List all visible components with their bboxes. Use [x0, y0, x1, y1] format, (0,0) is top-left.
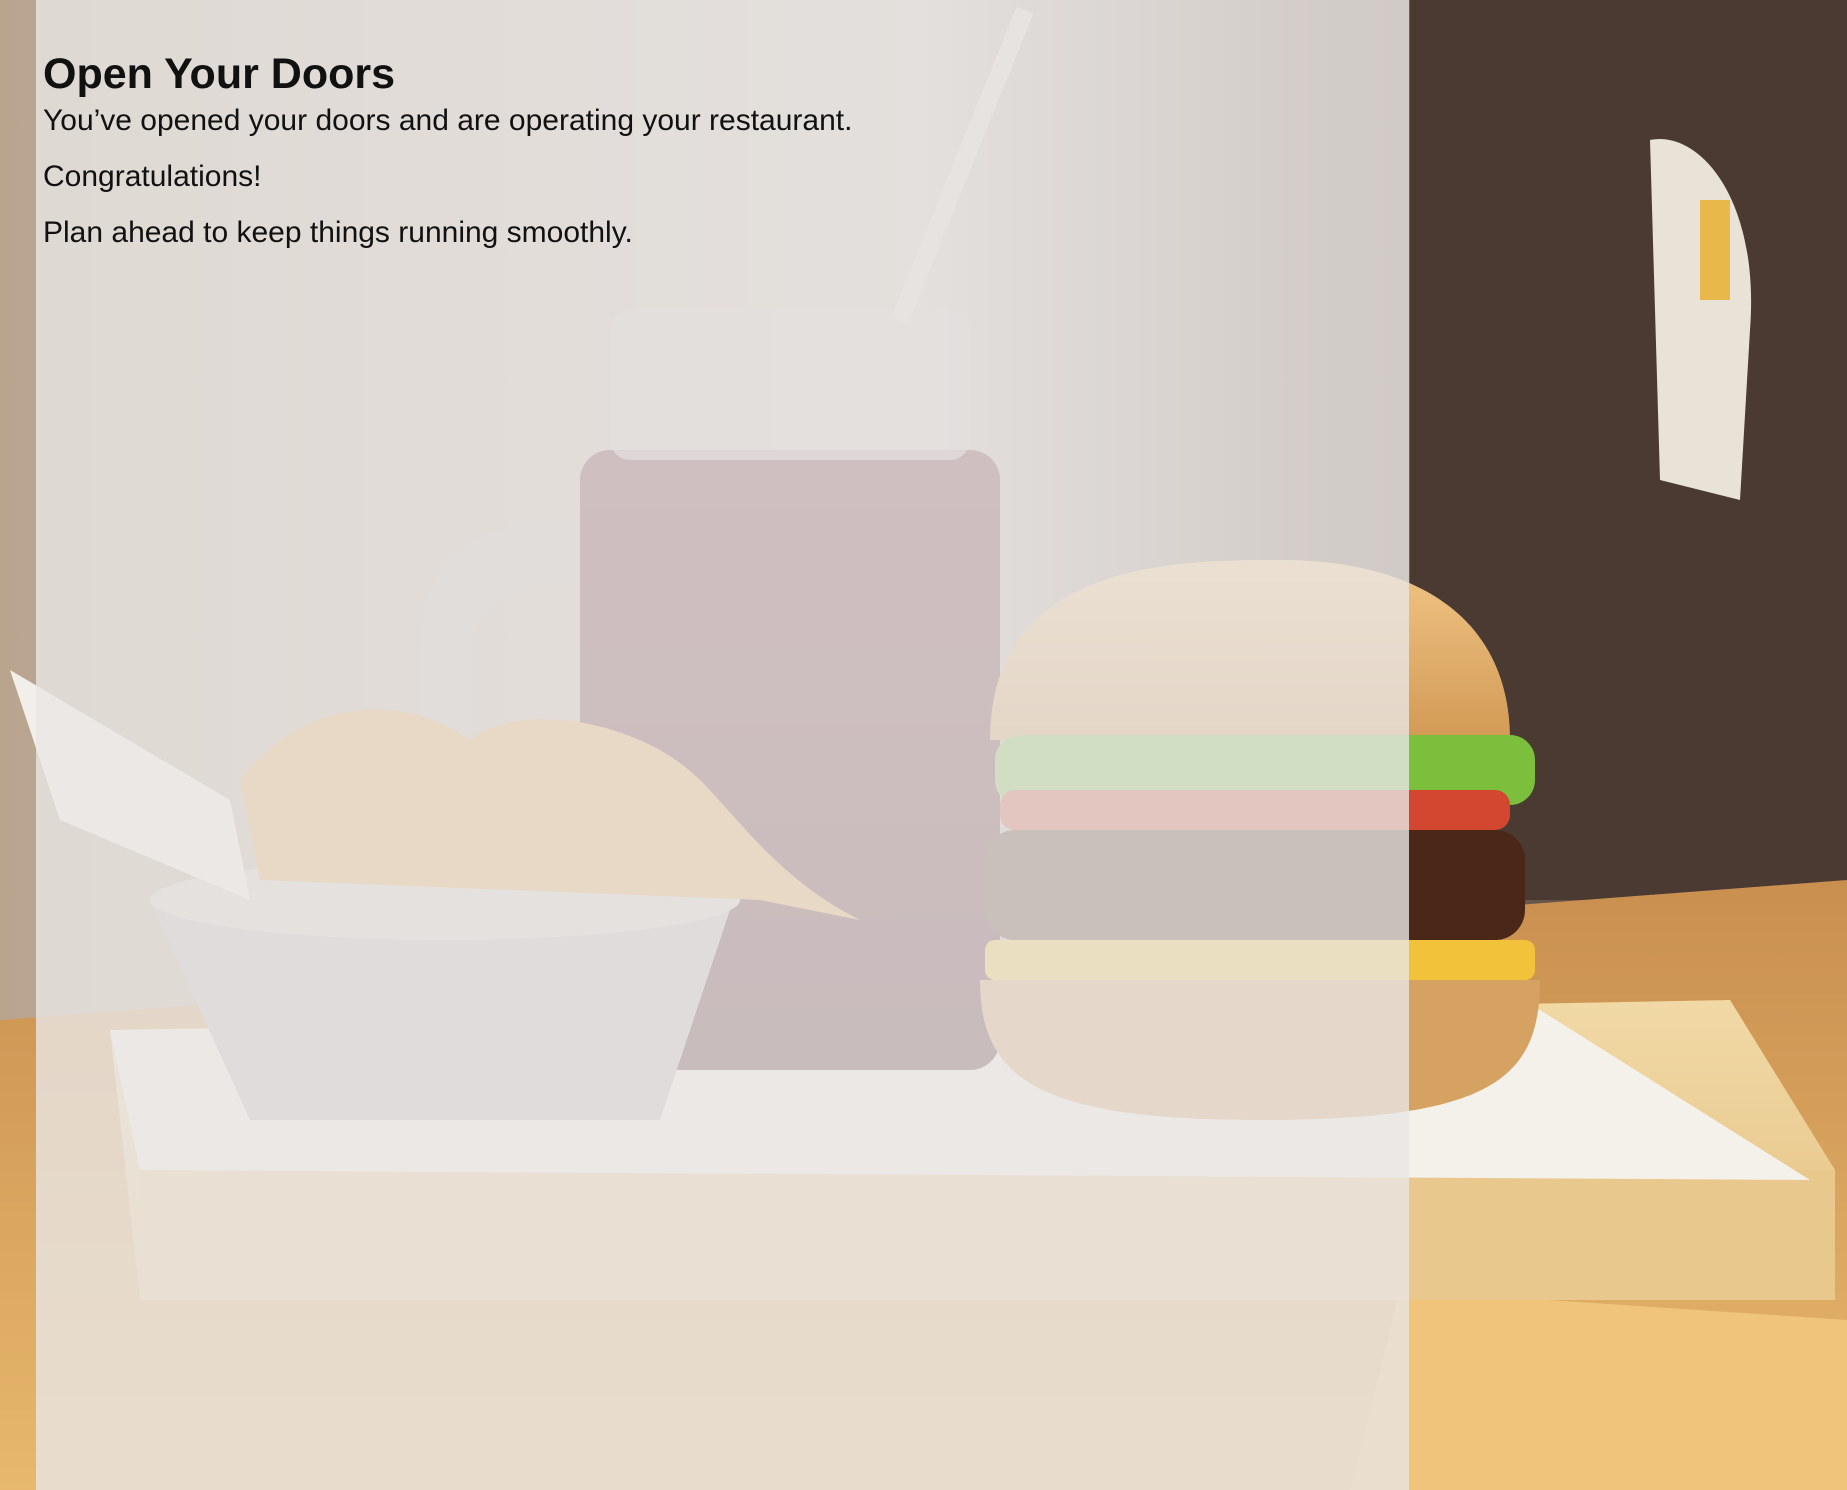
body-paragraph: Congratulations!: [43, 160, 262, 193]
slide: Open Your Doors You’ve opened your doors…: [0, 0, 1847, 1490]
body-paragraph: You’ve opened your doors and are operati…: [43, 104, 853, 137]
slide-content: Open Your Doors You’ve opened your doors…: [43, 48, 1363, 270]
body-paragraph: Plan ahead to keep things running smooth…: [43, 216, 633, 249]
slide-title: Open Your Doors: [43, 50, 395, 98]
